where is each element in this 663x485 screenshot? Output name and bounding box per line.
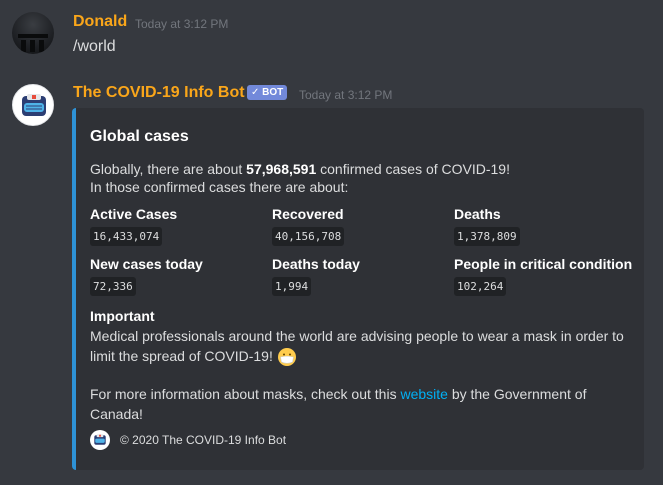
more-info: For more information about masks, check … — [90, 384, 620, 424]
field-deaths-today: Deaths today 1,994 — [272, 256, 452, 296]
field-name: Recovered — [272, 206, 344, 222]
bot-badge: ✓ BOT — [247, 85, 288, 100]
field-name: Deaths — [454, 206, 501, 222]
field-value: 40,156,708 — [272, 227, 345, 246]
stats-embed: Global cases Globally, there are about 5… — [72, 108, 644, 470]
field-name: New cases today — [90, 256, 203, 272]
field-new-cases-today: New cases today 72,336 — [90, 256, 270, 296]
description-suffix: confirmed cases of COVID-19! — [316, 161, 510, 177]
embed-description: Globally, there are about 57,968,591 con… — [90, 160, 630, 196]
bot-author-name[interactable]: The COVID-19 Info Bot — [73, 84, 245, 102]
user-avatar[interactable] — [12, 12, 54, 54]
footer-text: © 2020 The COVID-19 Info Bot — [120, 433, 287, 447]
important-text: Medical professionals around the world a… — [90, 328, 624, 364]
author-name[interactable]: Donald — [73, 13, 127, 31]
description-prefix: Globally, there are about — [90, 161, 247, 177]
field-name: Deaths today — [272, 256, 360, 272]
bot-badge-label: BOT — [262, 87, 284, 98]
field-critical-condition: People in critical condition 102,264 — [454, 256, 644, 296]
field-value: 1,994 — [272, 277, 312, 296]
important-title: Important — [90, 308, 155, 324]
field-name: People in critical condition — [454, 256, 633, 272]
footer-mask-logo-icon — [90, 430, 110, 450]
mask-logo-icon — [14, 86, 53, 125]
mask-face-emoji-icon — [277, 348, 296, 367]
more-prefix: For more information about masks, check … — [90, 386, 401, 402]
total-cases-value: 57,968,591 — [246, 161, 317, 177]
field-value: 1,378,809 — [454, 227, 520, 246]
description-line2: In those confirmed cases there are about… — [90, 179, 349, 195]
message-text: /world — [73, 38, 116, 55]
field-recovered: Recovered 40,156,708 — [272, 206, 452, 246]
bot-message-timestamp: Today at 3:12 PM — [299, 88, 393, 102]
field-value: 72,336 — [90, 277, 136, 296]
field-value: 102,264 — [454, 277, 507, 296]
message-donald: Donald Today at 3:12 PM /world — [0, 0, 663, 70]
check-icon: ✓ — [251, 87, 260, 98]
embed-footer: © 2020 The COVID-19 Info Bot — [90, 428, 286, 452]
field-active-cases: Active Cases 16,433,074 — [90, 206, 270, 246]
field-value: 16,433,074 — [90, 227, 163, 246]
bot-avatar[interactable] — [12, 84, 54, 126]
website-link[interactable]: website — [400, 386, 447, 402]
important-field: Important Medical professionals around t… — [90, 306, 630, 367]
embed-title: Global cases — [90, 128, 189, 145]
message-timestamp: Today at 3:12 PM — [135, 17, 229, 31]
field-name: Active Cases — [90, 206, 178, 222]
field-deaths: Deaths 1,378,809 — [454, 206, 634, 246]
